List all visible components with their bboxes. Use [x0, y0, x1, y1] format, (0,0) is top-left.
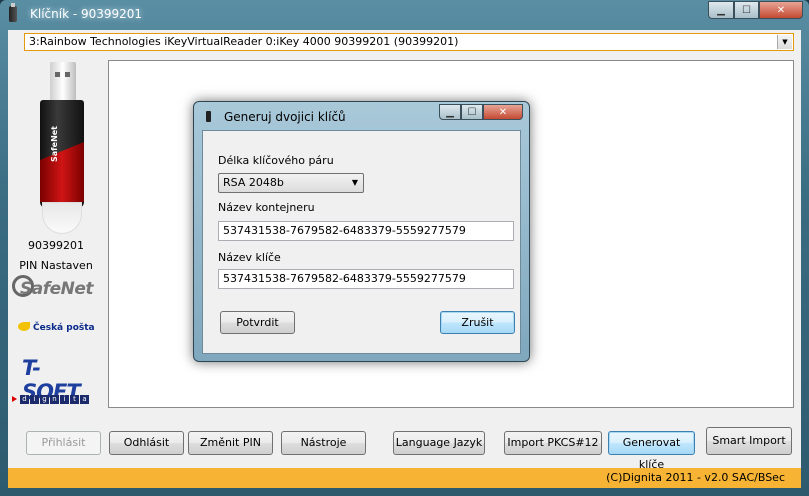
confirm-button[interactable]: Potvrdit — [220, 311, 295, 334]
chevron-down-icon[interactable]: ▼ — [777, 35, 792, 49]
language-button[interactable]: Language Jazyk — [393, 431, 485, 455]
dignita-logo: d i g n i t a — [12, 394, 102, 404]
key-length-select[interactable]: RSA 2048b ▼ — [218, 173, 364, 193]
window-controls: ▁ ☐ ✕ — [708, 1, 803, 19]
key-length-value: RSA 2048b — [223, 176, 284, 189]
dialog-close-button[interactable]: ✕ — [483, 104, 523, 120]
dignita-letter: d — [20, 394, 29, 404]
reader-select-value: 3:Rainbow Technologies iKeyVirtualReader… — [29, 35, 459, 48]
status-text: (C)Dignita 2011 - v2.0 SAC/BSec — [606, 471, 785, 484]
cancel-button[interactable]: Zrušit — [440, 311, 515, 334]
dignita-letter: g — [40, 394, 49, 404]
reader-select[interactable]: 3:Rainbow Technologies iKeyVirtualReader… — [24, 33, 794, 51]
ceska-posta-text: Česká pošta — [33, 323, 95, 333]
key-name-label: Název klíče — [218, 251, 281, 264]
usb-token-icon — [9, 3, 17, 22]
dignita-letter: i — [60, 394, 69, 404]
safenet-logo: SafeNet — [12, 275, 102, 301]
container-name-label: Název kontejneru — [218, 201, 315, 214]
generate-keypair-dialog: Generuj dvojici klíčů ▁ ☐ ✕ Délka klíčov… — [193, 101, 530, 362]
triangle-icon — [12, 396, 17, 402]
pin-status: PIN Nastaven — [19, 259, 93, 272]
ceska-posta-logo: Česká pošta — [18, 322, 104, 336]
token-brand-label: SafeNet — [50, 126, 59, 163]
dialog-minimize-button[interactable]: ▁ — [439, 104, 461, 120]
status-bar: (C)Dignita 2011 - v2.0 SAC/BSec — [8, 468, 801, 488]
post-horn-icon — [18, 322, 30, 331]
title-bar[interactable]: Klíčník - 90399201 ▁ ☐ ✕ — [0, 0, 809, 30]
chevron-down-icon: ▼ — [351, 178, 358, 187]
dialog-maximize-button[interactable]: ☐ — [461, 104, 483, 120]
usb-connector — [50, 62, 76, 102]
dignita-letter: n — [50, 394, 59, 404]
minimize-button[interactable]: ▁ — [708, 1, 734, 19]
logout-button[interactable]: Odhlásit — [109, 431, 184, 455]
dialog-body: Délka klíčového páru RSA 2048b ▼ Název k… — [202, 130, 521, 354]
safenet-logo-text: SafeNet — [20, 279, 94, 299]
dignita-letter: a — [80, 394, 89, 404]
maximize-button[interactable]: ☐ — [734, 1, 759, 19]
tsoft-logo: T-SOFT — [22, 356, 81, 404]
dialog-title: Generuj dvojici klíčů — [224, 110, 346, 124]
dignita-letter: i — [30, 394, 39, 404]
window-title: Klíčník - 90399201 — [30, 7, 143, 21]
key-name-input[interactable]: 537431538-7679582-6483379-5559277579 — [218, 269, 514, 289]
change-pin-button[interactable]: Změnit PIN — [188, 431, 273, 455]
close-button[interactable]: ✕ — [759, 1, 803, 19]
smart-import-button[interactable]: Smart Import — [706, 427, 792, 455]
usb-token-icon — [206, 111, 211, 122]
tools-button[interactable]: Nástroje — [281, 431, 366, 455]
login-button[interactable]: Přihlásit — [26, 431, 101, 455]
generate-keys-button[interactable]: Generovat klíče — [608, 431, 695, 471]
token-ring — [42, 202, 82, 234]
import-pkcs12-button[interactable]: Import PKCS#12 — [504, 431, 602, 455]
container-name-input[interactable]: 537431538-7679582-6483379-5559277579 — [218, 221, 514, 241]
dialog-window-controls: ▁ ☐ ✕ — [439, 104, 523, 120]
dignita-letter: t — [70, 394, 79, 404]
usb-token-image: SafeNet — [38, 62, 86, 234]
token-serial: 90399201 — [28, 239, 84, 252]
key-length-label: Délka klíčového páru — [218, 154, 334, 167]
